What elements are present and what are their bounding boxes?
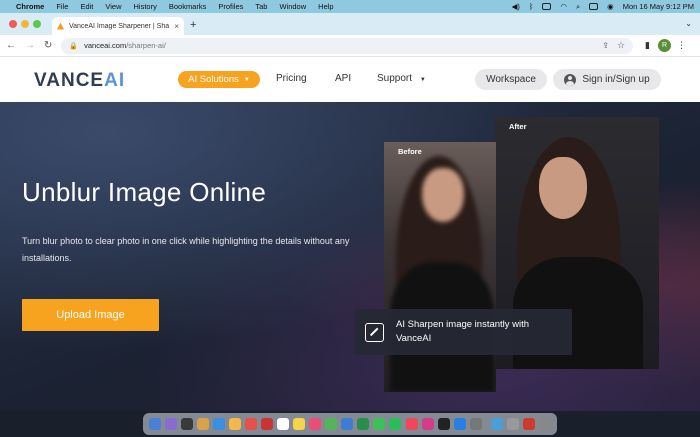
tab-search-chevron-icon[interactable]: ⌄ [685, 19, 692, 28]
battery-icon[interactable] [542, 3, 552, 10]
dock-app-icon[interactable] [341, 418, 354, 430]
user-icon [564, 73, 577, 86]
dock-app-icon[interactable] [197, 418, 210, 430]
dock-app-icon[interactable] [277, 418, 290, 430]
window-zoom-button[interactable] [33, 20, 41, 28]
url-path: /sharpen-ai/ [126, 41, 166, 50]
tab-close-icon[interactable]: × [174, 22, 179, 31]
caret-down-icon: ▼ [419, 77, 426, 83]
hero-section: Unblur Image Online Turn blur photo to c… [0, 102, 700, 411]
new-tab-plus-icon[interactable]: + [190, 19, 196, 31]
volume-icon[interactable]: ◀) [512, 2, 520, 11]
dock-app-icon[interactable] [149, 418, 162, 430]
dock-separator [485, 417, 487, 431]
bookmark-star-icon[interactable]: ☆ [617, 40, 625, 51]
dock-app-icon[interactable] [373, 418, 386, 430]
bluetooth-icon[interactable]: ᛒ [529, 2, 534, 11]
dock-app-icon[interactable] [522, 418, 535, 430]
menu-bookmarks[interactable]: Bookmarks [169, 2, 207, 11]
dock-app-icon[interactable] [389, 418, 402, 430]
menu-window[interactable]: Window [279, 2, 306, 11]
dock-app-icon[interactable] [490, 418, 503, 430]
menu-file[interactable]: File [56, 2, 68, 11]
menu-profiles[interactable]: Profiles [218, 2, 243, 11]
nav-ai-solutions[interactable]: AI Solutions ▼ [178, 71, 260, 88]
browser-toolbar: ← → ↻ 🔒 vanceai.com/sharpen-ai/ ⇪ ☆ ▮ R … [0, 35, 700, 57]
window-minimize-button[interactable] [21, 20, 29, 28]
status-area: ◀) ᛒ ◠ ⌕ ◉ Mon 16 May 9:12 PM [512, 2, 694, 12]
ai-sharpen-info-text: AI Sharpen image instantly with VanceAI [396, 319, 530, 344]
spotlight-search-icon[interactable]: ⌕ [576, 2, 580, 12]
menu-tab[interactable]: Tab [255, 2, 267, 11]
expand-arrows-icon [365, 322, 384, 342]
dock-app-icon[interactable] [229, 418, 242, 430]
dock-app-icon[interactable] [293, 418, 306, 430]
vanceai-favicon-icon [57, 22, 64, 30]
more-menu-icon[interactable]: ⋮ [677, 40, 686, 51]
wifi-icon[interactable]: ◠ [560, 2, 567, 11]
nav-support-label: Support [377, 73, 413, 84]
dock-app-icon[interactable] [357, 418, 370, 430]
dock-app-icon[interactable] [309, 418, 322, 430]
after-portrait-face [539, 157, 587, 219]
sign-in-label: Sign in/Sign up [582, 74, 650, 85]
site-header: VANCEAI AI Solutions ▼ Pricing API Suppo… [0, 57, 700, 102]
browser-tab-active[interactable]: VanceAI Image Sharpener | Sha × [52, 17, 184, 35]
forward-arrow-icon[interactable]: → [25, 40, 35, 51]
dock-app-icon[interactable] [506, 418, 519, 430]
dock-app-icon[interactable] [181, 418, 194, 430]
workspace-button[interactable]: Workspace [475, 69, 547, 90]
caret-down-icon: ▼ [243, 76, 250, 83]
menu-view[interactable]: View [105, 2, 121, 11]
after-label: After [509, 122, 527, 131]
hero-description: Turn blur photo to clear photo in one cl… [22, 236, 350, 263]
dock-app-icon[interactable] [538, 418, 551, 430]
nav-pricing[interactable]: Pricing [276, 73, 307, 84]
dock-app-icon[interactable] [405, 418, 418, 430]
side-panel-icon[interactable]: ▮ [645, 40, 650, 51]
vanceai-logo[interactable]: VANCEAI [34, 70, 125, 92]
siri-icon[interactable]: ◉ [607, 2, 614, 11]
menubar-clock[interactable]: Mon 16 May 9:12 PM [623, 2, 694, 11]
macos-dock [143, 413, 557, 435]
menu-edit[interactable]: Edit [80, 2, 93, 11]
profile-avatar[interactable]: R [658, 39, 671, 52]
lock-icon[interactable]: 🔒 [69, 42, 78, 50]
dock-app-icon[interactable] [453, 418, 466, 430]
sign-in-button[interactable]: Sign in/Sign up [553, 69, 661, 90]
before-portrait-face [422, 168, 464, 222]
dock-app-icon[interactable] [213, 418, 226, 430]
control-center-icon[interactable] [589, 3, 599, 10]
menu-history[interactable]: History [134, 2, 157, 11]
upload-image-label: Upload Image [56, 309, 125, 321]
reload-icon[interactable]: ↻ [44, 40, 52, 51]
upload-image-button[interactable]: Upload Image [22, 299, 159, 331]
dock-app-icon[interactable] [437, 418, 450, 430]
menu-app-name[interactable]: Chrome [16, 2, 44, 11]
dock-app-icon[interactable] [469, 418, 482, 430]
macos-menubar: Chrome File Edit View History Bookmarks … [0, 0, 700, 13]
tab-title: VanceAI Image Sharpener | Sha [69, 22, 170, 30]
hero-title: Unblur Image Online [22, 177, 267, 207]
back-arrow-icon[interactable]: ← [6, 40, 16, 51]
logo-text-ai: AI [104, 70, 126, 91]
before-label: Before [398, 147, 422, 156]
share-icon[interactable]: ⇪ [602, 41, 609, 50]
nav-ai-solutions-label: AI Solutions [188, 74, 239, 85]
dock-app-icon[interactable] [245, 418, 258, 430]
logo-text-vance: VANCE [34, 70, 105, 91]
dock-app-icon[interactable] [165, 418, 178, 430]
dock-app-icon[interactable] [325, 418, 338, 430]
dock-app-icon[interactable] [421, 418, 434, 430]
url-host: vanceai.com [84, 41, 127, 50]
window-close-button[interactable] [9, 20, 17, 28]
dock-app-icon[interactable] [261, 418, 274, 430]
ai-sharpen-info-box: AI Sharpen image instantly with VanceAI [355, 309, 572, 355]
browser-tabstrip: VanceAI Image Sharpener | Sha × + ⌄ [0, 13, 700, 35]
workspace-label: Workspace [486, 74, 536, 85]
menu-help[interactable]: Help [318, 2, 333, 11]
nav-support[interactable]: Support ▼ [377, 73, 426, 84]
nav-api[interactable]: API [335, 73, 351, 84]
address-bar[interactable]: 🔒 vanceai.com/sharpen-ai/ ⇪ ☆ [61, 37, 634, 54]
